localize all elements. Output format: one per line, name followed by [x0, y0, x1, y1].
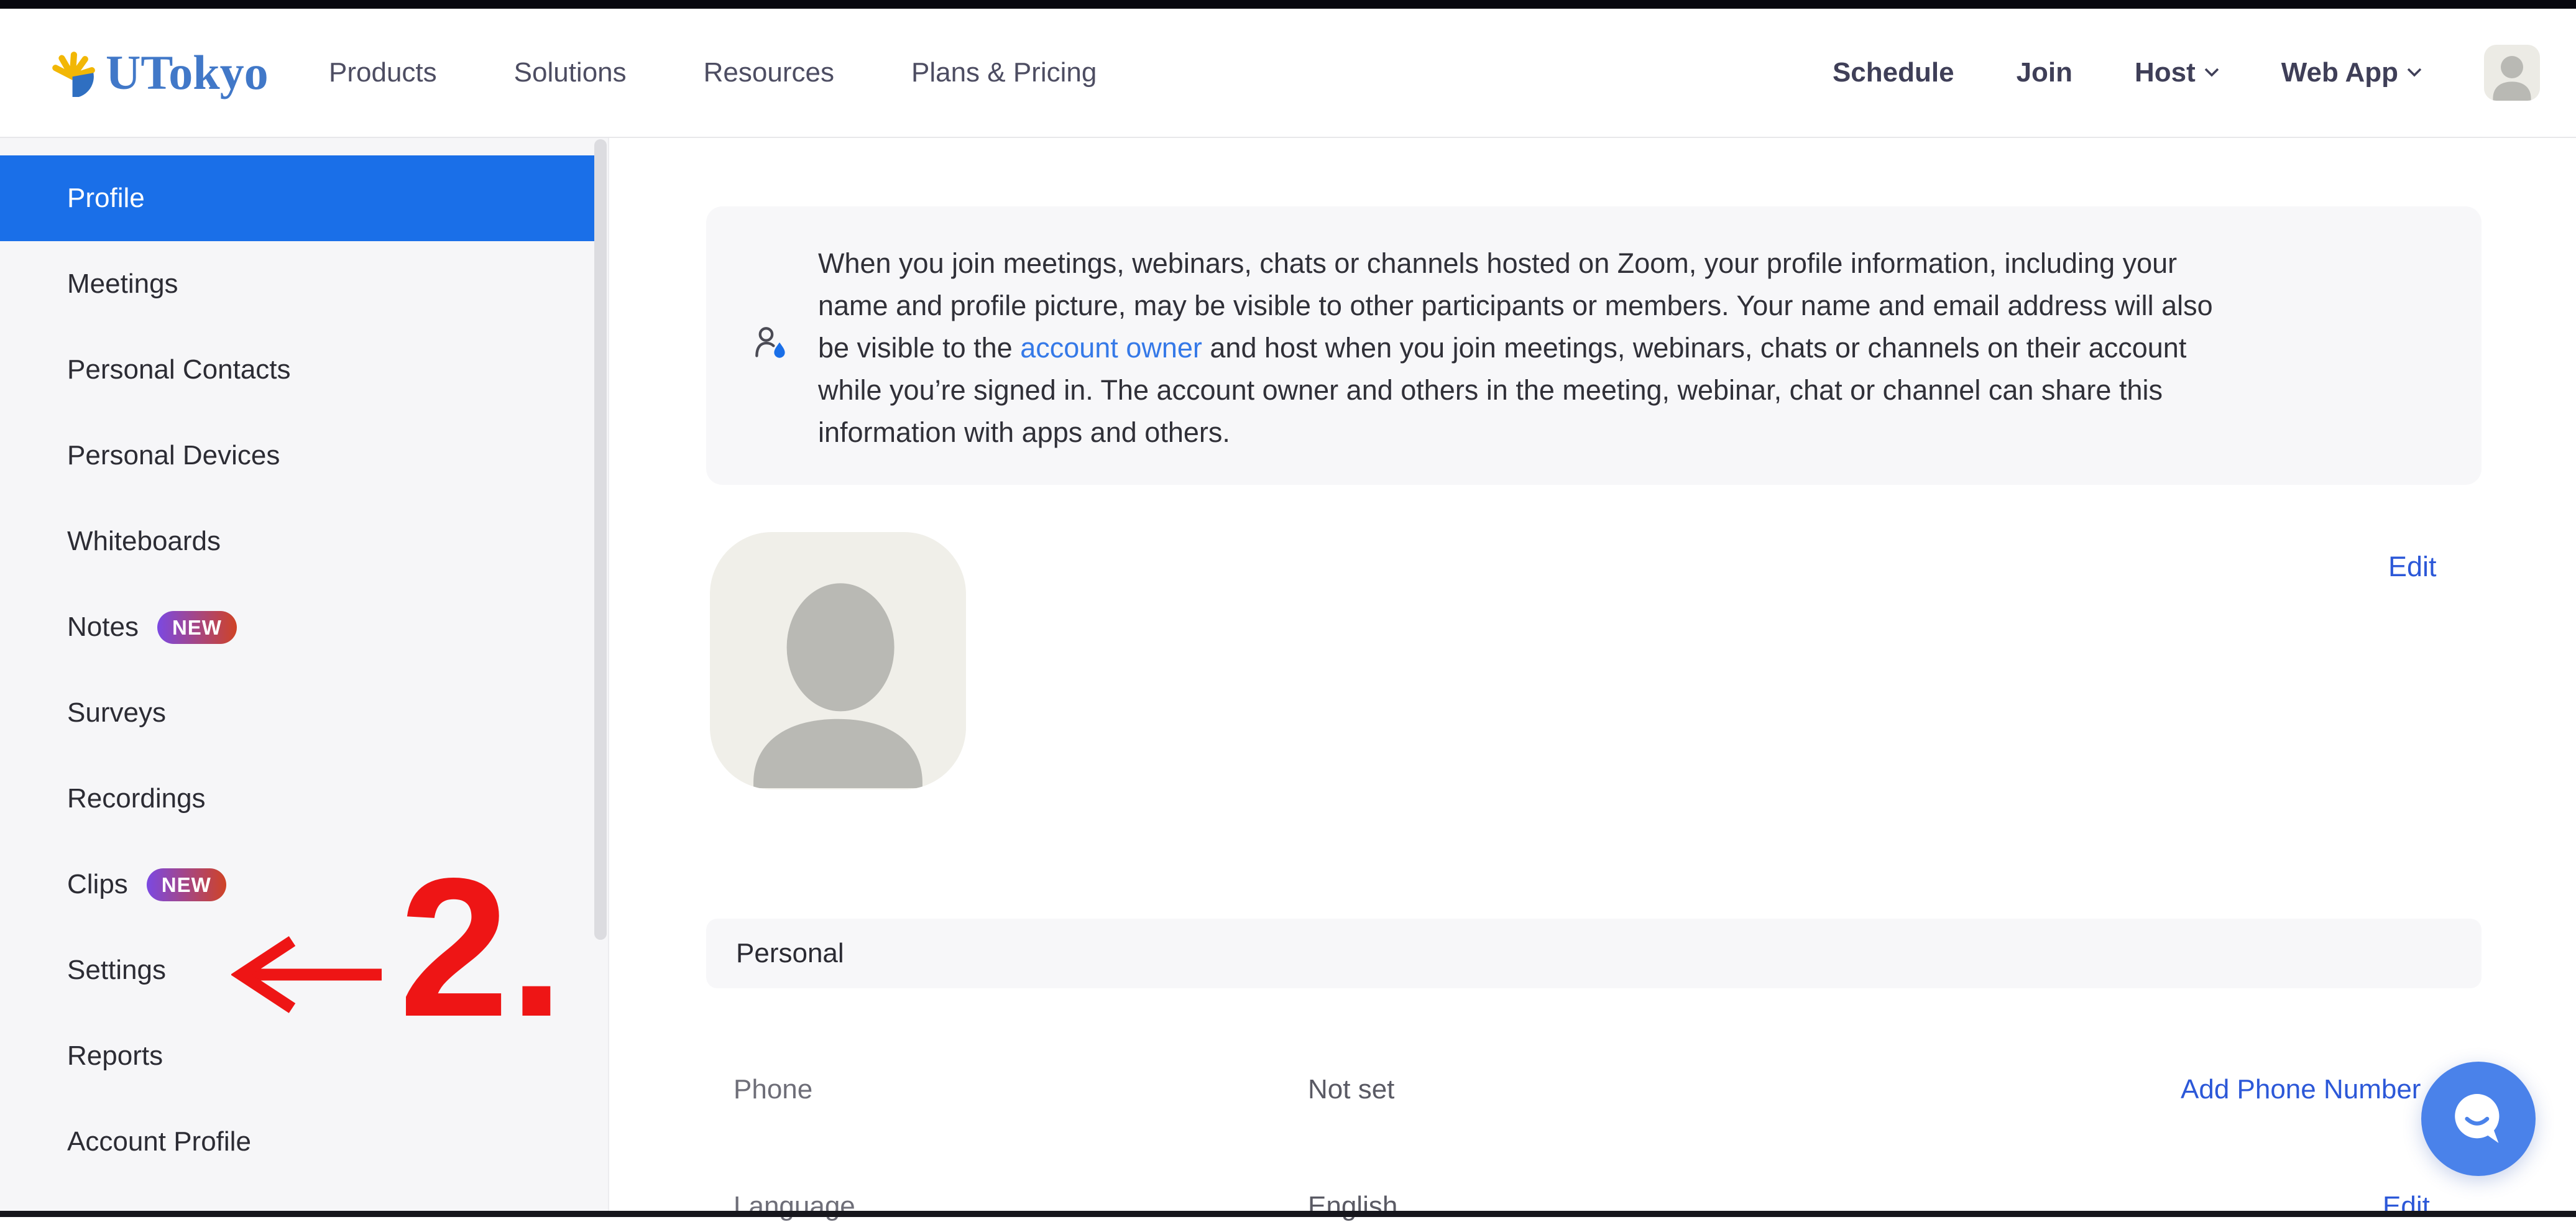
profile-privacy-notice: When you join meetings, webinars, chats … — [706, 206, 2482, 485]
schedule-label: Schedule — [1833, 57, 1954, 88]
sidebar-item-notes[interactable]: Notes NEW — [0, 584, 597, 670]
main-nav: Products Solutions Resources Plans & Pri… — [329, 9, 1097, 137]
sidebar-item-label: Profile — [67, 183, 145, 214]
profile-privacy-icon — [753, 326, 788, 361]
logo-text: UTokyo — [106, 45, 269, 101]
chat-bubble-icon — [2445, 1085, 2512, 1152]
person-icon — [710, 532, 966, 788]
sidebar-item-profile[interactable]: Profile — [0, 155, 597, 241]
phone-value: Not set — [1308, 1074, 1394, 1105]
personal-section-header: Personal — [706, 919, 2482, 988]
utokyo-ginkgo-icon — [47, 48, 96, 97]
header-actions: Schedule Join Host Web App — [1833, 9, 2540, 137]
sidebar-item-whiteboards[interactable]: Whiteboards — [0, 498, 597, 584]
sidebar-item-label: Personal Devices — [67, 440, 280, 471]
user-avatar[interactable] — [2484, 45, 2540, 101]
sidebar-item-label: Reports — [67, 1041, 163, 1072]
sidebar-item-label: Whiteboards — [67, 526, 221, 557]
web-app-label: Web App — [2281, 57, 2398, 88]
profile-picture-placeholder[interactable] — [710, 532, 966, 789]
language-label: Language — [734, 1191, 855, 1222]
join-link[interactable]: Join — [2017, 57, 2072, 88]
notice-line-text: name and profile picture, may be visible… — [818, 290, 2213, 321]
sidebar-item-label: Account Profile — [67, 1126, 251, 1157]
add-phone-number-link[interactable]: Add Phone Number — [2181, 1074, 2421, 1105]
sidebar-item-surveys[interactable]: Surveys — [0, 670, 597, 756]
sidebar-item-label: Meetings — [67, 269, 178, 300]
account-owner-link[interactable]: account owner — [1020, 332, 1202, 364]
chevron-down-icon — [2407, 68, 2422, 78]
sidebar-item-label: Clips — [67, 869, 128, 900]
sidebar-scrollbar[interactable] — [594, 139, 607, 940]
sidebar-item-meetings[interactable]: Meetings — [0, 241, 597, 327]
person-icon — [2484, 45, 2540, 101]
web-app-menu[interactable]: Web App — [2281, 57, 2422, 88]
schedule-link[interactable]: Schedule — [1833, 57, 1954, 88]
sidebar-item-label: Notes — [67, 612, 139, 643]
notice-line: name and profile picture, may be visible… — [818, 285, 2213, 327]
letterbox-top — [0, 0, 2576, 9]
notice-line: When you join meetings, webinars, chats … — [818, 242, 2213, 285]
new-badge: NEW — [157, 611, 237, 644]
sidebar-item-personal-devices[interactable]: Personal Devices — [0, 413, 597, 498]
sidebar-item-account-profile[interactable]: Account Profile — [0, 1099, 597, 1185]
sidebar-item-label: Settings — [67, 955, 166, 986]
personal-section-title: Personal — [736, 938, 844, 969]
annotation-arrow — [231, 932, 387, 1017]
support-chat-button[interactable] — [2421, 1062, 2536, 1176]
sidebar-item-personal-contacts[interactable]: Personal Contacts — [0, 327, 597, 413]
notice-line: while you’re signed in. The account owne… — [818, 369, 2213, 411]
sidebar-item-label: Personal Contacts — [67, 354, 291, 385]
top-navbar: UTokyo Products Solutions Resources Plan… — [0, 9, 2576, 138]
notice-line-text: be visible to the — [818, 332, 1020, 364]
host-label: Host — [2135, 57, 2196, 88]
edit-profile-picture-link[interactable]: Edit — [2388, 551, 2437, 583]
host-menu[interactable]: Host — [2135, 57, 2219, 88]
nav-plans-pricing[interactable]: Plans & Pricing — [911, 57, 1097, 88]
edit-language-link[interactable]: Edit — [2383, 1191, 2430, 1222]
notice-line-text: and host when you join meetings, webinar… — [1202, 332, 2186, 364]
new-badge: NEW — [147, 868, 226, 901]
sidebar-item-label: Surveys — [67, 697, 166, 728]
nav-products[interactable]: Products — [329, 57, 437, 88]
language-value: English — [1308, 1191, 1397, 1222]
chevron-down-icon — [2204, 68, 2219, 78]
notice-line: be visible to the account owner and host… — [818, 327, 2213, 369]
notice-text: When you join meetings, webinars, chats … — [818, 242, 2213, 454]
join-label: Join — [2017, 57, 2072, 88]
sidebar-item-label: Recordings — [67, 783, 206, 814]
letterbox-bottom — [0, 1211, 2576, 1217]
sidebar-item-recordings[interactable]: Recordings — [0, 756, 597, 842]
notice-line: information with apps and others. — [818, 411, 2213, 454]
annotation-step-number: 2. — [399, 849, 564, 1047]
utokyo-logo[interactable]: UTokyo — [47, 9, 269, 137]
phone-label: Phone — [734, 1074, 812, 1105]
nav-resources[interactable]: Resources — [704, 57, 834, 88]
nav-solutions[interactable]: Solutions — [514, 57, 627, 88]
